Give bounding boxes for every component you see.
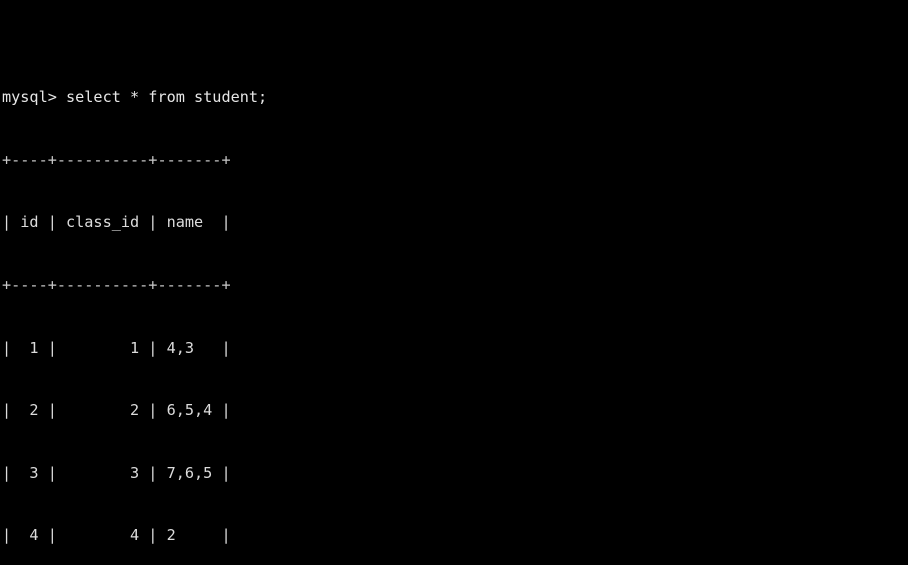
command-prompt-line-1: mysql> select * from student; <box>2 88 268 107</box>
table-row: | 3 | 3 | 7,6,5 | <box>2 463 231 482</box>
table-header-row-1: | id | class_id | name | <box>2 213 231 232</box>
terminal-window[interactable]: mysql> select * from student; +----+----… <box>0 0 908 565</box>
table-row: | 4 | 4 | 2 | <box>2 526 231 545</box>
table-row: | 1 | 1 | 4,3 | <box>2 338 231 357</box>
table-top-rule-1: +----+----------+-------+ <box>2 150 231 169</box>
table-mid-rule-1: +----+----------+-------+ <box>2 275 231 294</box>
table-row: | 2 | 2 | 6,5,4 | <box>2 401 231 420</box>
